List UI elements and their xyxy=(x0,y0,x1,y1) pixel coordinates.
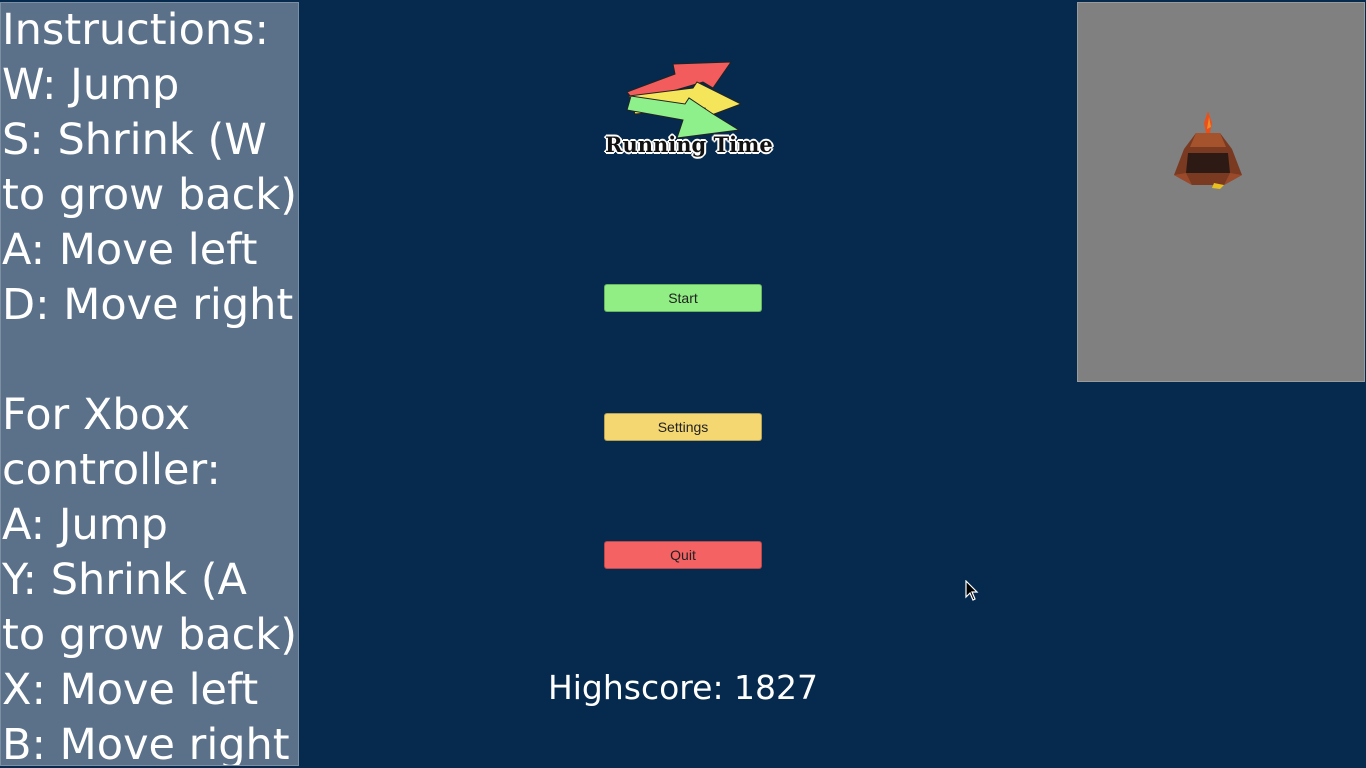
start-button[interactable]: Start xyxy=(604,284,762,312)
game-logo: Running Time xyxy=(605,60,773,165)
start-button-label: Start xyxy=(668,290,698,306)
instruction-line: S: Shrink (W xyxy=(2,115,267,165)
volcano-character-icon xyxy=(1174,111,1242,189)
instructions-title: Instructions: xyxy=(2,5,270,55)
instruction-line: For Xbox xyxy=(2,390,191,440)
instruction-line: X: Move left xyxy=(2,665,259,715)
instruction-line: B: Move right xyxy=(2,720,290,766)
instruction-line: D: Move right xyxy=(2,280,294,330)
instruction-line: to grow back) xyxy=(2,170,297,220)
character-preview-panel xyxy=(1077,2,1365,382)
instruction-line: A: Move left xyxy=(2,225,258,275)
instruction-line: A: Jump xyxy=(2,500,168,550)
settings-button-label: Settings xyxy=(657,419,709,435)
main-menu-screen: Instructions: W: Jump S: Shrink (W to gr… xyxy=(0,0,1366,768)
arrows-logo-icon xyxy=(626,61,743,139)
instruction-line: W: Jump xyxy=(2,60,180,110)
instruction-spacer xyxy=(1,333,298,388)
instruction-line: controller: xyxy=(2,445,221,495)
instruction-line: Y: Shrink (A xyxy=(2,555,247,605)
arrow-cursor-icon xyxy=(965,580,979,601)
quit-button[interactable]: Quit xyxy=(604,541,762,569)
instruction-line: to grow back) xyxy=(2,610,297,660)
settings-button[interactable]: Settings xyxy=(604,413,762,441)
logo-title: Running Time xyxy=(605,132,773,157)
highscore-label: Highscore: 1827 xyxy=(547,668,819,707)
quit-button-label: Quit xyxy=(670,547,696,563)
instructions-panel: Instructions: W: Jump S: Shrink (W to gr… xyxy=(0,2,299,766)
